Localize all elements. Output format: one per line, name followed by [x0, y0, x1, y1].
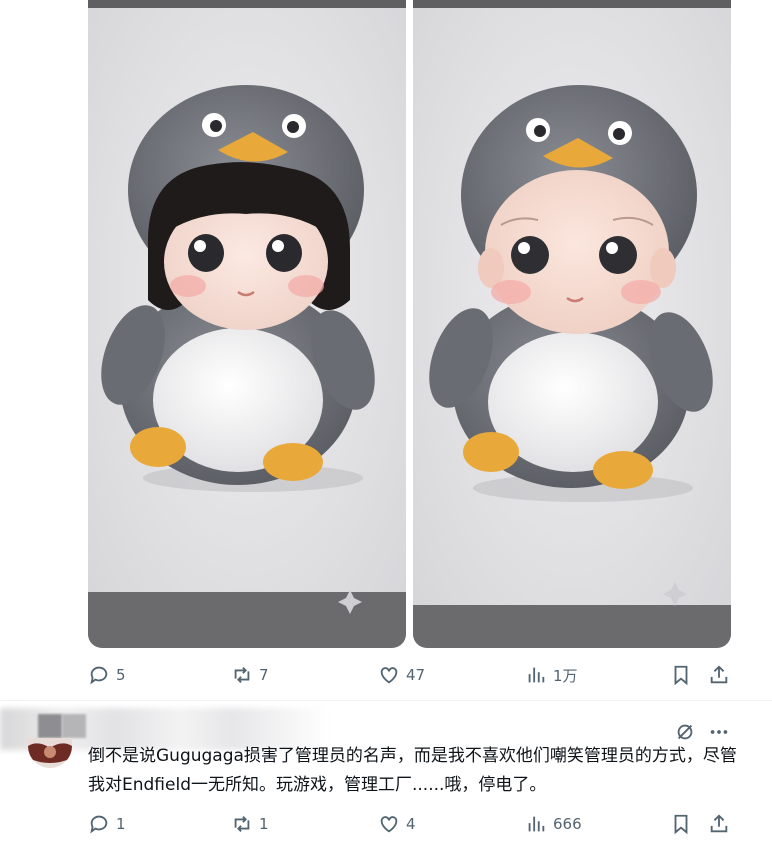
media-grid: [88, 0, 731, 648]
post-2: 倒不是说Gugugaga损害了管理员的名声，而是我不喜欢他们嘲笑管理员的方式，尽…: [0, 700, 772, 859]
views-count: 666: [553, 815, 582, 833]
grok-icon[interactable]: [674, 721, 696, 743]
reply-icon: [90, 815, 108, 834]
reply-icon: [90, 666, 108, 685]
views-button[interactable]: 666: [525, 809, 582, 839]
repost-count: 7: [259, 666, 269, 684]
like-count: 4: [406, 815, 416, 833]
bookmark-icon: [674, 814, 688, 835]
post-actions: 5 7 47 1万: [88, 660, 738, 690]
image-girl-penguin[interactable]: [88, 0, 406, 648]
bookmark-icon: [674, 665, 688, 686]
share-icon: [710, 814, 728, 833]
share-button[interactable]: [708, 809, 730, 839]
post-actions: 1 1 4 666: [88, 809, 738, 839]
reply-count: 1: [116, 815, 126, 833]
repost-icon: [234, 667, 250, 683]
post-top-actions: [674, 720, 730, 744]
repost-button[interactable]: 1: [231, 809, 269, 839]
views-button[interactable]: 1万: [525, 660, 578, 690]
like-icon: [380, 667, 398, 684]
repost-icon: [234, 816, 250, 832]
avatar[interactable]: [28, 738, 72, 768]
like-button[interactable]: 47: [378, 660, 425, 690]
image-baby-penguin[interactable]: [413, 0, 731, 648]
bookmark-button[interactable]: [670, 660, 692, 690]
like-count: 47: [406, 666, 426, 684]
repost-count: 1: [259, 815, 269, 833]
views-icon: [528, 667, 545, 683]
reply-button[interactable]: 1: [88, 809, 126, 839]
repost-button[interactable]: 7: [231, 660, 269, 690]
blurred-block: [62, 714, 86, 738]
bookmark-button[interactable]: [670, 809, 692, 839]
blurred-block: [38, 714, 62, 738]
views-icon: [528, 816, 545, 832]
post-1: 5 7 47 1万: [0, 0, 772, 700]
reply-button[interactable]: 5: [88, 660, 126, 690]
reply-count: 5: [116, 666, 126, 684]
more-icon[interactable]: [708, 721, 730, 743]
like-button[interactable]: 4: [378, 809, 416, 839]
share-button[interactable]: [708, 660, 730, 690]
like-icon: [380, 816, 398, 833]
post-text: 倒不是说Gugugaga损害了管理员的名声，而是我不喜欢他们嘲笑管理员的方式，尽…: [88, 746, 737, 795]
share-icon: [710, 665, 728, 684]
views-count: 1万: [553, 666, 578, 685]
